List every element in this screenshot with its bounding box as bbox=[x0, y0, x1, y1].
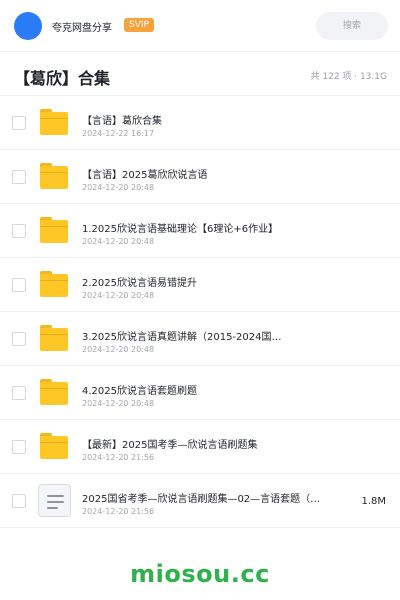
folder-icon bbox=[40, 271, 68, 297]
select-checkbox[interactable] bbox=[12, 386, 26, 400]
item-size: 1.8M bbox=[361, 496, 386, 507]
file-list: 【言语】葛欣合集 2024-12-22 16:17 【言语】2025葛欣欣说言语 20… bbox=[0, 96, 400, 528]
list-item[interactable]: 1.2025欣说言语基础理论【6理论+6作业】 2024-12-20 20:48 bbox=[0, 204, 400, 258]
folder-icon bbox=[40, 163, 68, 189]
title-row: 【葛欣】合集 共 122 项 · 13.1G bbox=[0, 52, 400, 96]
item-name: 1.2025欣说言语基础理论【6理论+6作业】 bbox=[82, 224, 279, 235]
list-item[interactable]: 【最新】2025国考季—欣说言语刷题集 2024-12-20 21:56 bbox=[0, 420, 400, 474]
item-count: 共 122 项 · 13.1G bbox=[310, 72, 388, 82]
item-name: 【言语】葛欣合集 bbox=[82, 116, 162, 127]
search-input[interactable]: 搜索 bbox=[316, 12, 388, 40]
item-date: 2024-12-20 20:48 bbox=[82, 399, 155, 408]
select-checkbox[interactable] bbox=[12, 278, 26, 292]
folder-icon bbox=[40, 433, 68, 459]
list-item[interactable]: 3.2025欣说言语真题讲解（2015-2024国… 2024-12-20 20:… bbox=[0, 312, 400, 366]
item-date: 2024-12-20 20:48 bbox=[82, 183, 155, 192]
item-date: 2024-12-20 20:48 bbox=[82, 291, 155, 300]
item-date: 2024-12-22 16:17 bbox=[82, 129, 155, 138]
folder-icon bbox=[40, 217, 68, 243]
item-date: 2024-12-20 20:48 bbox=[82, 237, 155, 246]
select-checkbox[interactable] bbox=[12, 116, 26, 130]
list-item[interactable]: 【言语】葛欣合集 2024-12-22 16:17 bbox=[0, 96, 400, 150]
select-checkbox[interactable] bbox=[12, 332, 26, 346]
list-item[interactable]: 2025国省考季—欣说言语刷题集—02—言语套题（… 2024-12-20 21:… bbox=[0, 474, 400, 528]
list-item[interactable]: 4.2025欣说言语套题刷题 2024-12-20 20:48 bbox=[0, 366, 400, 420]
item-name: 2025国省考季—欣说言语刷题集—02—言语套题（… bbox=[82, 494, 321, 505]
item-date: 2024-12-20 20:48 bbox=[82, 345, 155, 354]
folder-icon bbox=[40, 109, 68, 135]
app-name: 夸克网盘分享 bbox=[52, 23, 112, 34]
select-checkbox[interactable] bbox=[12, 494, 26, 508]
item-name: 4.2025欣说言语套题刷题 bbox=[82, 386, 197, 397]
watermark-text: miosou.cc bbox=[130, 560, 270, 588]
document-icon bbox=[38, 484, 71, 517]
item-date: 2024-12-20 21:56 bbox=[82, 507, 155, 516]
select-checkbox[interactable] bbox=[12, 224, 26, 238]
svip-badge: SVIP bbox=[124, 18, 154, 32]
item-name: 【言语】2025葛欣欣说言语 bbox=[82, 170, 208, 181]
folder-icon bbox=[40, 379, 68, 405]
list-item[interactable]: 2.2025欣说言语易错提升 2024-12-20 20:48 bbox=[0, 258, 400, 312]
item-name: 3.2025欣说言语真题讲解（2015-2024国… bbox=[82, 332, 282, 343]
avatar[interactable] bbox=[14, 12, 42, 40]
folder-icon bbox=[40, 325, 68, 351]
item-name: 【最新】2025国考季—欣说言语刷题集 bbox=[82, 440, 258, 451]
list-item[interactable]: 【言语】2025葛欣欣说言语 2024-12-20 20:48 bbox=[0, 150, 400, 204]
select-checkbox[interactable] bbox=[12, 440, 26, 454]
header-bar: 夸克网盘分享 SVIP 搜索 bbox=[0, 0, 400, 52]
item-date: 2024-12-20 21:56 bbox=[82, 453, 155, 462]
item-name: 2.2025欣说言语易错提升 bbox=[82, 278, 197, 289]
select-checkbox[interactable] bbox=[12, 170, 26, 184]
page-title: 【葛欣】合集 bbox=[14, 69, 111, 88]
